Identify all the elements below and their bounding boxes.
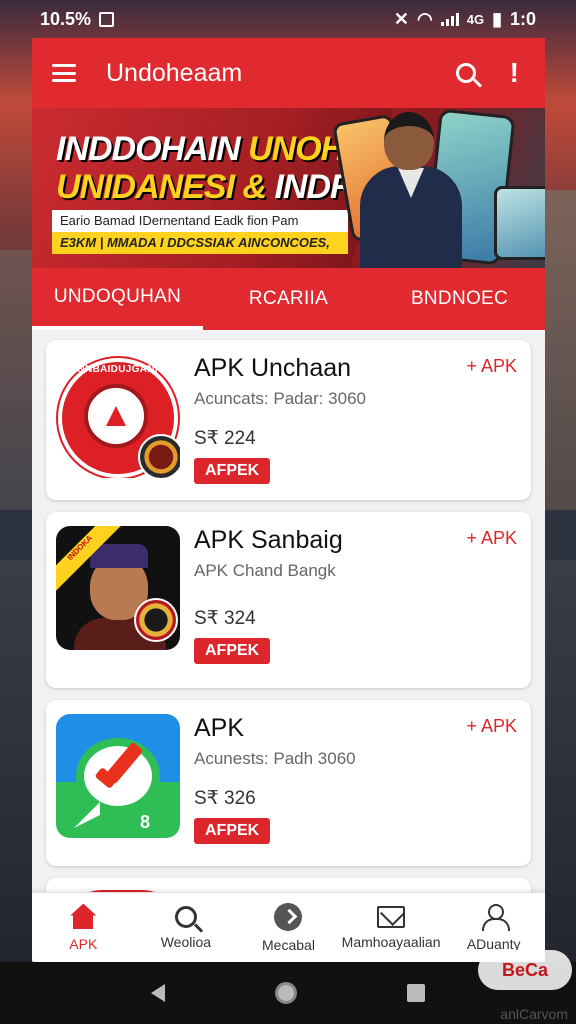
nav-weolioa[interactable]: Weolioa (135, 893, 238, 962)
app-subtitle: Acunests: Padh 3060 (194, 749, 356, 768)
apk-badge[interactable]: AFPEK (194, 458, 271, 484)
medal-icon (138, 434, 180, 478)
recents-icon[interactable] (407, 984, 425, 1002)
mail-icon (377, 905, 406, 928)
app-list: DNNBAIDUJGANNIR APK Unchaan Acuncats: Pa… (32, 330, 545, 928)
user-icon (480, 903, 510, 931)
promo-banner[interactable]: INDDOHAIN UNOHMAM UNIDANESI & INDRASII E… (32, 108, 545, 268)
red-emblem-icon: DNNBAIDUJGANNIR (56, 354, 180, 478)
nav-apk[interactable]: APK (32, 893, 135, 962)
clock: 1:0 (509, 8, 536, 29)
mute-icon: ✕ (393, 8, 410, 29)
portrait-icon: INDOKA (56, 526, 180, 650)
app-window: Undoheaam ! INDDOHAIN UNOHMAM UNIDANESI … (32, 38, 545, 962)
home-button-icon[interactable] (275, 982, 297, 1004)
tablet-illustration (494, 186, 545, 260)
bottom-navigation: APK Weolioa Mecabal Mamhoayaalian ADuant… (32, 892, 545, 962)
app-bar: Undoheaam ! (32, 38, 545, 108)
apk-badge[interactable]: AFPEK (194, 638, 271, 664)
app-price: S₹ 224 (194, 428, 256, 449)
add-apk-button[interactable]: + APK (466, 356, 517, 377)
wifi-icon: ◠ (417, 8, 433, 29)
signal-icon (440, 12, 459, 26)
home-icon (69, 904, 97, 930)
back-icon[interactable] (151, 984, 165, 1002)
watermark-text: anlCarvom (500, 1006, 568, 1022)
tab-rcariia[interactable]: RCARIIA (203, 268, 374, 330)
tab-bndnoec[interactable]: BNDNOEC (374, 268, 545, 330)
nav-mamhoayaalian[interactable]: Mamhoayaalian (340, 893, 443, 962)
app-subtitle: APK Chand Bangk (194, 561, 336, 580)
search-icon (174, 905, 197, 928)
category-tabs: UNDOQUHAN RCARIIA BNDNOEC (32, 268, 545, 330)
status-bar: 10.5% ✕ ◠ 4G ▮ 1:0 (0, 0, 576, 38)
watermark-logo: BeCa (478, 950, 572, 990)
add-apk-button[interactable]: + APK (466, 716, 517, 737)
banner-strip-1: Eario Bamad IDernentand Eadk fion Pam (52, 210, 348, 232)
tab-undoquhan[interactable]: UNDOQUHAN (32, 268, 203, 330)
banner-strip-2: E3KM | MMADA I DDCSSIAK AINCONCOES, (52, 232, 348, 254)
seal-icon (134, 598, 178, 642)
app-title: Undoheaam (106, 58, 243, 87)
app-subtitle: Acuncats: Padar: 3060 (194, 389, 367, 408)
alert-icon[interactable]: ! (510, 59, 519, 87)
arrow-circle-icon (274, 902, 303, 931)
app-price: S₹ 326 (194, 788, 256, 809)
banner-person (360, 108, 470, 268)
app-price: S₹ 324 (194, 608, 256, 629)
background-building-right (542, 190, 576, 510)
list-item[interactable]: INDOKA APK Sanbaig APK Chand Bangk S₹ 32… (46, 512, 531, 688)
search-icon[interactable] (455, 63, 476, 83)
add-apk-button[interactable]: + APK (466, 528, 517, 549)
battery-percent: 10.5% (40, 8, 92, 29)
battery-icon: ▮ (492, 8, 502, 29)
list-item[interactable]: 8 APK Acunests: Padh 3060 S₹ 326 AFPEK +… (46, 700, 531, 866)
nav-mecabal[interactable]: Mecabal (237, 893, 340, 962)
menu-icon[interactable] (52, 64, 76, 82)
screenshot-icon (99, 11, 115, 27)
list-item[interactable]: DNNBAIDUJGANNIR APK Unchaan Acuncats: Pa… (46, 340, 531, 500)
chat-check-icon: 8 (56, 714, 180, 838)
network-type: 4G (466, 11, 485, 27)
apk-badge[interactable]: AFPEK (194, 818, 271, 844)
